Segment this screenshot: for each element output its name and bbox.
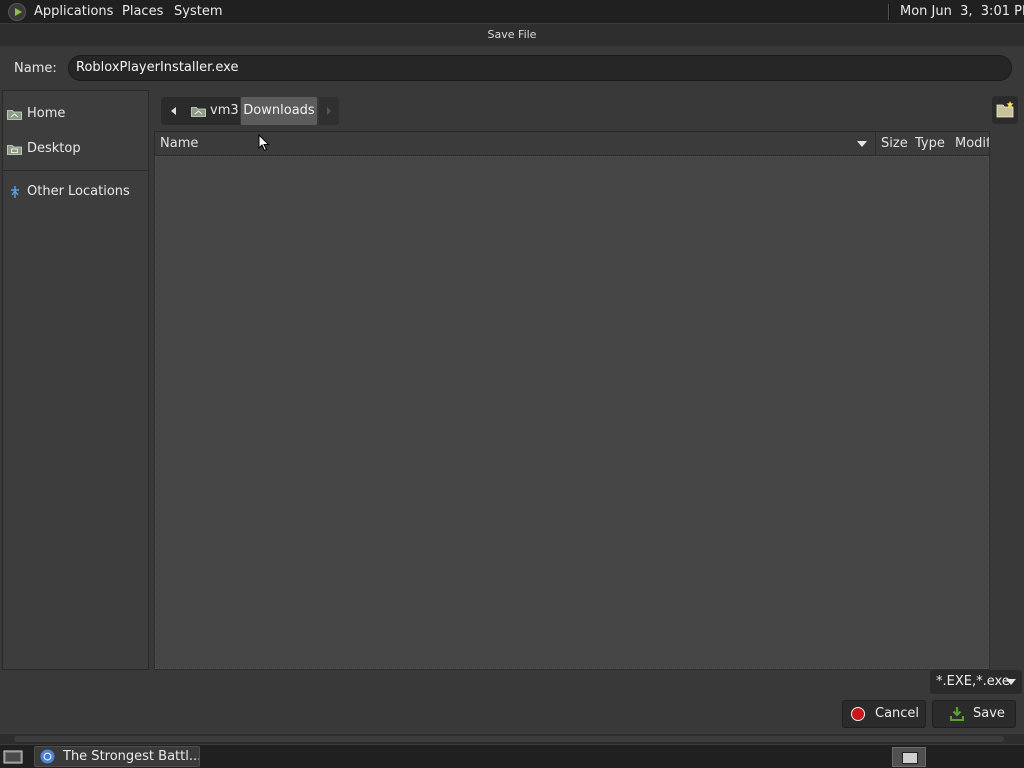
panel-separator bbox=[888, 4, 890, 20]
places-sidebar: Home Desktop Other Locations bbox=[2, 90, 149, 670]
places-menu[interactable]: Places bbox=[122, 0, 163, 24]
chevron-down-icon bbox=[1006, 679, 1016, 685]
sidebar-item-other-locations[interactable]: Other Locations bbox=[3, 178, 148, 206]
taskbar-item-browser[interactable]: The Strongest Battl... bbox=[34, 746, 200, 767]
breadcrumb-downloads[interactable]: Downloads bbox=[241, 97, 317, 125]
name-label: Name: bbox=[14, 61, 57, 76]
other-locations-icon bbox=[11, 186, 19, 198]
window-title: Save File bbox=[487, 28, 537, 41]
system-menu[interactable]: System bbox=[174, 0, 222, 24]
save-file-dialog: Name: RobloxPlayerInstaller.exe Home Des… bbox=[0, 46, 1024, 734]
column-header-type[interactable]: Type bbox=[915, 132, 949, 156]
title-bar[interactable]: Save File bbox=[0, 24, 1024, 46]
create-folder-button[interactable] bbox=[992, 96, 1018, 124]
sort-arrow-icon[interactable] bbox=[857, 141, 867, 147]
column-separator bbox=[875, 132, 876, 156]
cancel-label: Cancel bbox=[875, 706, 920, 721]
menu-logo-icon[interactable] bbox=[8, 3, 26, 21]
breadcrumb-vm3[interactable]: vm3 bbox=[187, 97, 240, 125]
desktop-folder-icon bbox=[7, 145, 22, 155]
file-list-header: Name Size Type Modif bbox=[155, 132, 989, 156]
sidebar-item-desktop[interactable]: Desktop bbox=[3, 135, 148, 163]
sidebar-divider bbox=[3, 170, 148, 171]
file-type-filter[interactable]: *.EXE,*.exe bbox=[930, 670, 1022, 694]
new-folder-icon bbox=[996, 101, 1014, 118]
path-forward-button[interactable] bbox=[319, 97, 339, 125]
path-back-button[interactable] bbox=[161, 97, 187, 125]
breadcrumb-label: vm3 bbox=[210, 103, 239, 118]
bottom-scrollbar[interactable] bbox=[0, 734, 1024, 744]
top-panel: Applications Places System Mon Jun 3, 3:… bbox=[0, 0, 1024, 24]
show-desktop-icon[interactable] bbox=[2, 748, 24, 766]
sidebar-item-label: Desktop bbox=[27, 141, 81, 156]
home-folder-icon bbox=[191, 107, 206, 117]
cancel-button[interactable]: Cancel bbox=[842, 700, 926, 728]
chrome-icon bbox=[40, 749, 55, 764]
column-header-size[interactable]: Size bbox=[881, 132, 911, 156]
download-icon bbox=[950, 707, 964, 721]
sidebar-item-label: Other Locations bbox=[27, 184, 130, 199]
taskbar-item-label: The Strongest Battl... bbox=[63, 749, 200, 764]
filter-label: *.EXE,*.exe bbox=[936, 674, 1010, 689]
file-name-input[interactable]: RobloxPlayerInstaller.exe bbox=[68, 55, 1012, 81]
workspace-switcher[interactable] bbox=[892, 747, 926, 767]
cancel-icon bbox=[851, 707, 865, 721]
file-list-body[interactable] bbox=[155, 156, 989, 669]
mouse-cursor-icon bbox=[258, 134, 270, 152]
sidebar-item-label: Home bbox=[27, 106, 66, 121]
home-folder-icon bbox=[7, 110, 22, 120]
sidebar-item-home[interactable]: Home bbox=[3, 100, 148, 128]
save-button[interactable]: Save bbox=[932, 700, 1016, 728]
applications-menu[interactable]: Applications bbox=[34, 0, 113, 24]
taskbar: The Strongest Battl... bbox=[0, 744, 1024, 768]
scrollbar-track[interactable] bbox=[14, 736, 1004, 742]
file-list[interactable]: Name Size Type Modif bbox=[154, 131, 990, 670]
column-header-modified[interactable]: Modif bbox=[955, 132, 989, 156]
save-label: Save bbox=[973, 706, 1005, 721]
clock[interactable]: Mon Jun 3, 3:01 PM bbox=[900, 0, 1024, 24]
